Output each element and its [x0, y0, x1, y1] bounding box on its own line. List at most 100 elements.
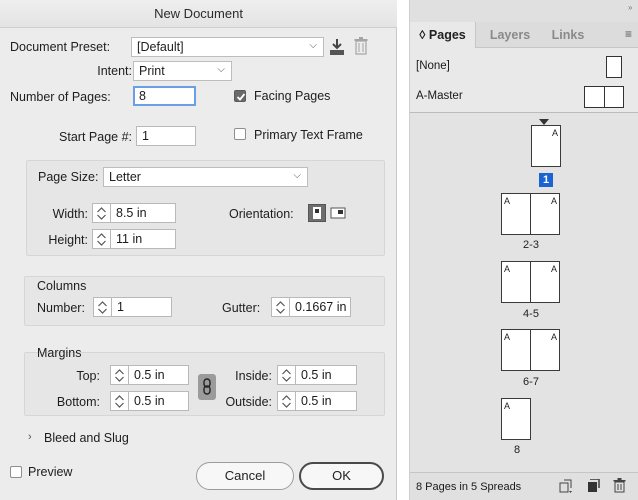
preset-label: Document Preset:	[10, 40, 111, 54]
spread-label-2-3: 2-3	[523, 239, 539, 251]
column-number-label: Number:	[37, 301, 85, 315]
primary-text-frame-checkbox[interactable]	[234, 128, 246, 140]
master-a-thumbnail	[584, 86, 624, 108]
page-thumbnail-5[interactable]: A	[530, 261, 560, 303]
page-master-letter: A	[551, 128, 558, 138]
outside-margin-stepper[interactable]	[277, 391, 295, 411]
orientation-label: Orientation:	[229, 207, 294, 221]
outside-margin-input[interactable]: 0.5 in	[295, 391, 357, 411]
pages-area: A 1 A A 2-3 A A 4-5 A A 6-7 A 8	[410, 112, 638, 472]
bottom-margin-label: Bottom:	[56, 395, 100, 409]
top-margin-stepper[interactable]	[110, 365, 128, 385]
save-preset-icon[interactable]	[329, 38, 345, 59]
spread-label-4-5: 4-5	[523, 308, 539, 320]
page-thumbnail-3[interactable]: A	[530, 193, 560, 235]
page-thumbnail-2[interactable]: A	[501, 193, 531, 235]
dialog-title: New Document	[0, 0, 397, 28]
inside-margin-stepper[interactable]	[277, 365, 295, 385]
intent-select[interactable]: Print ⌵	[133, 61, 232, 81]
new-document-dialog: New Document Document Preset: [Default] …	[0, 0, 397, 500]
page-size-select[interactable]: Letter ⌵	[103, 167, 308, 187]
inside-margin-label: Inside:	[235, 369, 272, 383]
master-none-row[interactable]: [None]	[410, 52, 638, 80]
master-none-thumbnail	[606, 56, 622, 78]
delete-preset-icon[interactable]	[354, 37, 368, 58]
column-number-stepper[interactable]	[93, 297, 111, 317]
tab-layers[interactable]: Layers	[480, 22, 540, 48]
panel-top-bar: »	[410, 0, 638, 22]
bottom-margin-input[interactable]: 0.5 in	[128, 391, 189, 411]
gutter-input[interactable]: 0.1667 in	[289, 297, 351, 317]
page-master-letter: A	[504, 196, 511, 206]
columns-title: Columns	[37, 279, 87, 293]
bottom-margin-stepper[interactable]	[110, 391, 128, 411]
height-label: Height:	[48, 233, 88, 247]
cancel-button[interactable]: Cancel	[196, 462, 294, 490]
master-none-label: [None]	[416, 60, 450, 72]
stepper-arrows-icon	[282, 395, 291, 408]
page-thumbnail-8[interactable]: A	[501, 398, 531, 440]
preset-value: [Default]	[137, 40, 184, 54]
gutter-stepper[interactable]	[271, 297, 289, 317]
page-master-letter: A	[504, 332, 511, 342]
edit-page-size-icon[interactable]	[558, 478, 574, 497]
preset-select[interactable]: [Default] ⌵	[131, 37, 324, 57]
tab-links[interactable]: Links	[540, 22, 596, 48]
column-number-input[interactable]: 1	[111, 297, 172, 317]
spread-label-6-7: 6-7	[523, 376, 539, 388]
chevron-down-icon: ⌵	[217, 64, 225, 75]
stepper-arrows-icon	[282, 369, 291, 382]
page-count-status: 8 Pages in 5 Spreads	[416, 481, 522, 493]
start-page-input[interactable]: 1	[136, 126, 196, 146]
stepper-arrows-icon	[276, 301, 285, 314]
ok-button[interactable]: OK	[299, 462, 384, 490]
start-page-label: Start Page #:	[59, 130, 132, 144]
preview-checkbox[interactable]	[10, 466, 22, 478]
margins-title: Margins	[37, 346, 82, 360]
number-of-pages-label: Number of Pages:	[10, 90, 111, 104]
page-thumbnail-1[interactable]: A	[531, 125, 561, 167]
landscape-orientation-icon[interactable]	[330, 206, 346, 223]
preview-label: Preview	[28, 465, 73, 479]
top-margin-input[interactable]: 0.5 in	[128, 365, 189, 385]
portrait-orientation-icon[interactable]	[308, 204, 326, 222]
page-size-label: Page Size:	[38, 170, 99, 184]
panel-footer: 8 Pages in 5 Spreads	[410, 472, 638, 500]
chevron-down-icon: ⌵	[309, 40, 317, 51]
master-a-label: A-Master	[416, 90, 463, 102]
outside-margin-label: Outside:	[225, 395, 272, 409]
new-page-icon[interactable]	[586, 478, 600, 496]
intent-label: Intent:	[97, 64, 132, 78]
page-thumbnail-4[interactable]: A	[501, 261, 531, 303]
disclosure-chevron-icon[interactable]: ›	[28, 431, 32, 443]
stepper-arrows-icon	[97, 233, 106, 246]
height-input[interactable]: 11 in	[110, 229, 176, 249]
bleed-and-slug-label[interactable]: Bleed and Slug	[44, 431, 129, 445]
stepper-arrows-icon	[97, 207, 106, 220]
checkmark-icon	[236, 93, 246, 101]
panel-tabs: ◊ Pages Layers Links ≡	[410, 22, 638, 48]
stepper-arrows-icon	[115, 395, 124, 408]
width-stepper[interactable]	[92, 203, 110, 223]
width-input[interactable]: 8.5 in	[110, 203, 176, 223]
height-stepper[interactable]	[92, 229, 110, 249]
page-number-1: 1	[539, 173, 553, 187]
delete-page-icon[interactable]	[613, 478, 626, 496]
page-size-value: Letter	[109, 170, 141, 184]
page-thumbnail-6[interactable]: A	[501, 329, 531, 371]
panel-menu-icon[interactable]: ≡	[625, 27, 632, 41]
page-master-letter: A	[550, 196, 557, 206]
page-master-letter: A	[550, 264, 557, 274]
collapse-panel-icon[interactable]: »	[628, 3, 632, 12]
page-master-letter: A	[504, 264, 511, 274]
page-thumbnail-7[interactable]: A	[530, 329, 560, 371]
inside-margin-input[interactable]: 0.5 in	[295, 365, 357, 385]
tab-pages[interactable]: ◊ Pages	[410, 22, 476, 48]
width-label: Width:	[52, 207, 88, 221]
page-number-8: 8	[513, 444, 521, 456]
facing-pages-checkbox[interactable]	[234, 90, 246, 102]
page-master-letter: A	[504, 401, 511, 411]
master-a-row[interactable]: A-Master	[410, 82, 638, 110]
number-of-pages-input[interactable]: 8	[133, 86, 196, 106]
page-master-letter: A	[550, 332, 557, 342]
